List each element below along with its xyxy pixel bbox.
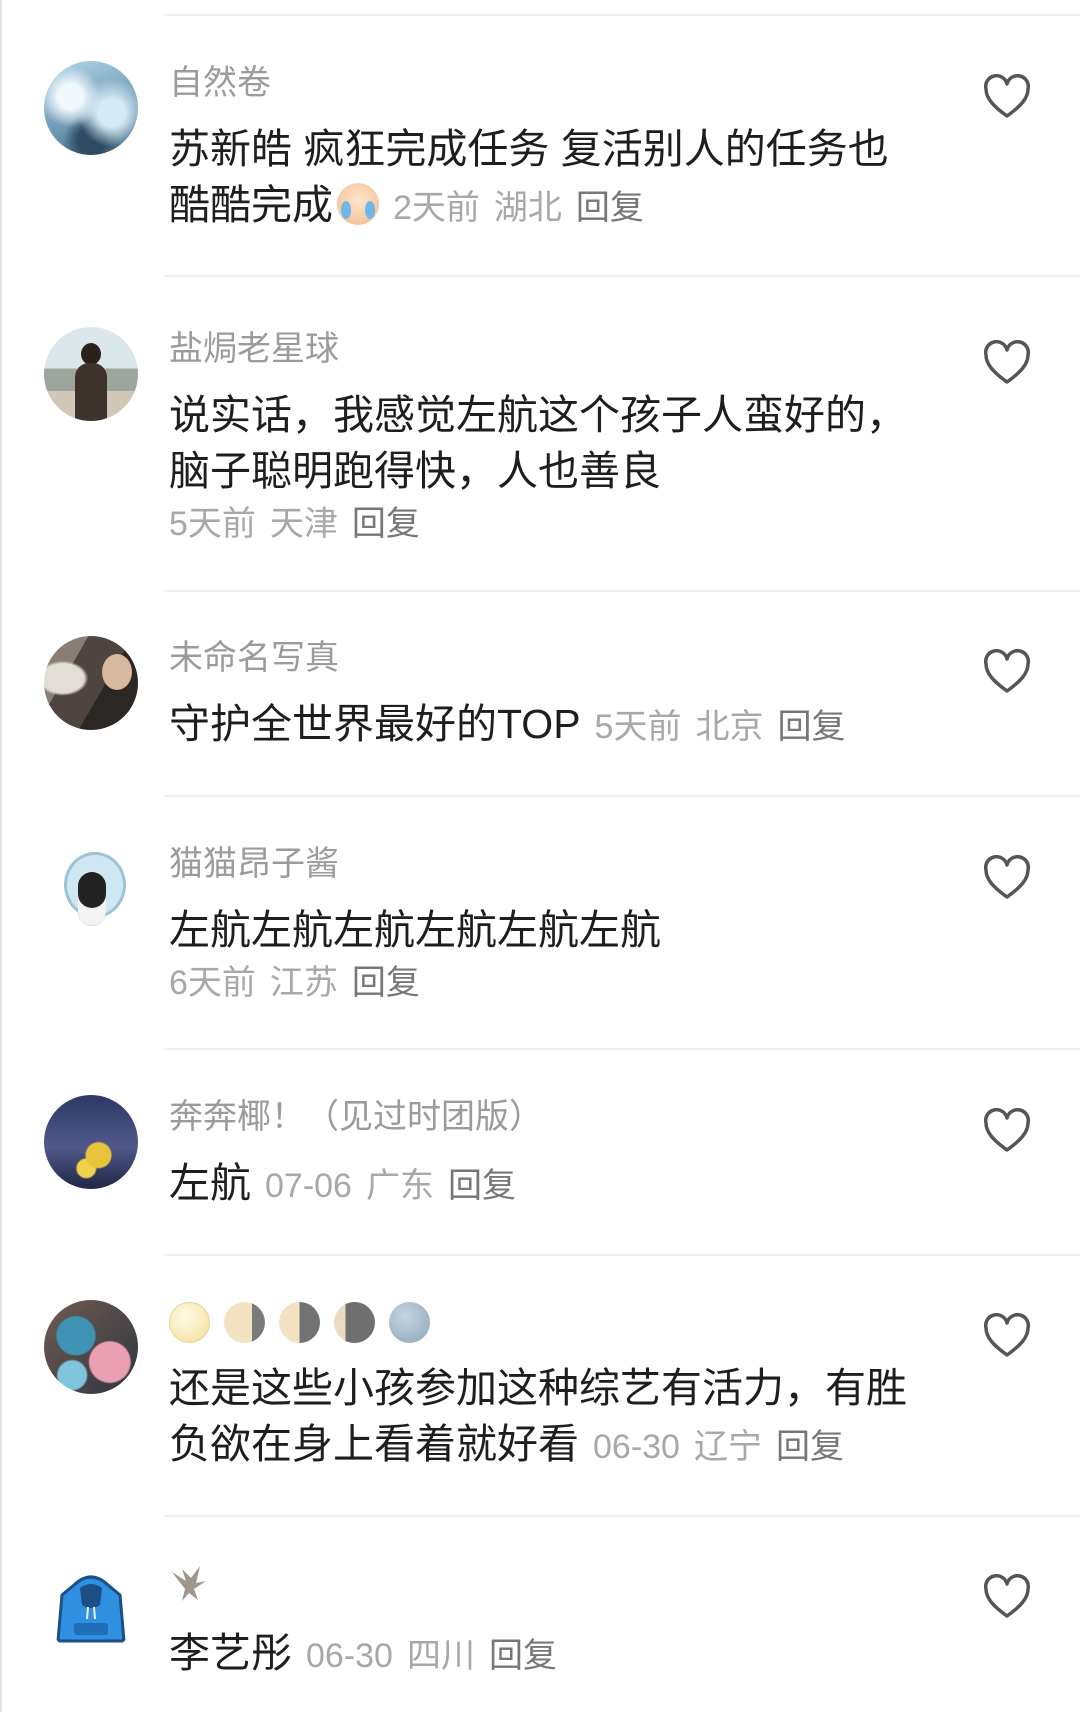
comment-location: 辽宁: [693, 1428, 762, 1466]
avatar[interactable]: [44, 61, 138, 155]
comment-time: 5天前: [169, 505, 256, 543]
comment-text: 脑子聪明跑得快，人也善良: [169, 448, 661, 494]
reply-button[interactable]: 回复: [576, 189, 644, 227]
username[interactable]: 盐焗老星球: [169, 325, 959, 373]
comment-text: 左航: [169, 1160, 251, 1206]
like-heart-icon[interactable]: [982, 1313, 1032, 1359]
comment-body: 未命名写真 守护全世界最好的TOP 5天前 北京 回复: [169, 634, 959, 752]
avatar[interactable]: [44, 636, 138, 730]
full-moon-face-icon: [169, 1301, 210, 1343]
comment-text: 左航左航左航左航左航左航: [169, 907, 661, 953]
comment-body: 自然卷 苏新皓 疯狂完成任务 复活别人的任务也 酷酷完成 2天前 湖北 回复: [169, 59, 959, 233]
comment-meta: 06-30 四川 回复: [306, 1637, 557, 1675]
comment-location: 广东: [365, 1167, 434, 1205]
comment-meta: 6天前 江苏 回复: [169, 958, 959, 1008]
comment-text: 负欲在身上看着就好看: [169, 1421, 579, 1467]
comment-location: 江苏: [269, 964, 338, 1002]
comment-text-line: 守护全世界最好的TOP 5天前 北京 回复: [169, 696, 959, 752]
like-heart-icon[interactable]: [982, 855, 1032, 901]
comment-location: 天津: [269, 505, 338, 543]
avatar[interactable]: [44, 1095, 138, 1189]
comment-text: 说实话，我感觉左航这个孩子人蛮好的，: [169, 392, 907, 438]
like-heart-icon[interactable]: [982, 74, 1032, 120]
divider: [164, 275, 1080, 277]
username[interactable]: [169, 1298, 959, 1346]
avatar[interactable]: [44, 327, 138, 421]
reply-button[interactable]: 回复: [448, 1167, 516, 1205]
comment-text: 李艺彤: [169, 1630, 292, 1676]
divider: [164, 1254, 1080, 1256]
comment-meta: 5天前 北京 回复: [595, 708, 846, 746]
reply-button[interactable]: 回复: [352, 505, 420, 543]
comment-text-line: 还是这些小孩参加这种综艺有活力，有胜: [169, 1360, 959, 1416]
eagle-icon: [172, 1566, 206, 1601]
comment-text: 还是这些小孩参加这种综艺有活力，有胜: [169, 1365, 907, 1411]
comment-body: 还是这些小孩参加这种综艺有活力，有胜 负欲在身上看着就好看 06-30 辽宁 回复: [169, 1298, 959, 1472]
like-heart-icon[interactable]: [982, 340, 1032, 386]
last-quarter-moon-icon: [279, 1301, 320, 1343]
comment-text-line: 说实话，我感觉左航这个孩子人蛮好的，: [169, 387, 959, 443]
comment-item: 李艺彤 06-30 四川 回复: [0, 1559, 1080, 1676]
comment-text-line: 苏新皓 疯狂完成任务 复活别人的任务也: [169, 121, 959, 177]
comment-time: 6天前: [169, 964, 256, 1002]
username[interactable]: 奔奔椰！（见过时团版）: [169, 1093, 959, 1141]
comment-text-line: 负欲在身上看着就好看 06-30 辽宁 回复: [169, 1416, 959, 1472]
reply-button[interactable]: 回复: [489, 1637, 557, 1675]
avatar[interactable]: [44, 1561, 138, 1655]
comment-item: 奔奔椰！（见过时团版） 左航 07-06 广东 回复: [0, 1093, 1080, 1206]
waning-crescent-moon-icon: [334, 1301, 375, 1343]
comment-meta: 5天前 天津 回复: [169, 499, 959, 549]
reply-button[interactable]: 回复: [777, 708, 845, 746]
comment-location: 北京: [695, 708, 764, 746]
comment-text: 苏新皓 疯狂完成任务 复活别人的任务也: [169, 126, 889, 172]
like-heart-icon[interactable]: [982, 1574, 1032, 1620]
waning-gibbous-moon-icon: [224, 1301, 265, 1343]
reply-button[interactable]: 回复: [776, 1428, 844, 1466]
comment-body: 奔奔椰！（见过时团版） 左航 07-06 广东 回复: [169, 1093, 959, 1211]
comment-text-line: 左航 07-06 广东 回复: [169, 1155, 959, 1211]
like-heart-icon[interactable]: [982, 649, 1032, 695]
comment-item: 自然卷 苏新皓 疯狂完成任务 复活别人的任务也 酷酷完成 2天前 湖北 回复: [0, 59, 1080, 228]
comment-location: 湖北: [493, 189, 562, 227]
crying-face-emoji-icon: [337, 183, 379, 225]
like-heart-icon[interactable]: [982, 1108, 1032, 1154]
comment-meta: 2天前 湖北 回复: [393, 189, 644, 227]
divider: [164, 590, 1080, 592]
username[interactable]: [169, 1563, 959, 1611]
comment-time: 2天前: [393, 189, 480, 227]
divider: [164, 1515, 1080, 1517]
comment-item: 猫猫昂子酱 左航左航左航左航左航左航 6天前 江苏 回复: [0, 840, 1080, 1002]
comment-body: 李艺彤 06-30 四川 回复: [169, 1559, 959, 1681]
comment-item: 未命名写真 守护全世界最好的TOP 5天前 北京 回复: [0, 634, 1080, 747]
username[interactable]: 自然卷: [169, 59, 959, 107]
new-moon-face-icon: [389, 1301, 430, 1343]
comment-text-line: 李艺彤 06-30 四川 回复: [169, 1625, 959, 1681]
comment-text-line: 酷酷完成 2天前 湖北 回复: [169, 177, 959, 233]
avatar[interactable]: [44, 842, 138, 936]
comment-time: 5天前: [594, 708, 682, 746]
comment-text-line: 左航左航左航左航左航左航: [169, 902, 959, 958]
comment-text-line: 脑子聪明跑得快，人也善良: [169, 443, 959, 499]
comment-time: 06-30: [306, 1637, 393, 1675]
comment-body: 猫猫昂子酱 左航左航左航左航左航左航 6天前 江苏 回复: [169, 840, 959, 1008]
blue-hoodie-icon: [56, 1575, 126, 1643]
comment-time: 07-06: [265, 1167, 352, 1205]
page-frame-edge: [0, 0, 2, 1712]
comment-time: 06-30: [593, 1428, 680, 1466]
divider: [164, 795, 1080, 797]
comment-body: 盐焗老星球 说实话，我感觉左航这个孩子人蛮好的， 脑子聪明跑得快，人也善良 5天…: [169, 325, 959, 549]
divider: [164, 14, 1080, 16]
comment-location: 四川: [406, 1637, 475, 1675]
username[interactable]: 猫猫昂子酱: [169, 840, 959, 888]
comment-item: 盐焗老星球 说实话，我感觉左航这个孩子人蛮好的， 脑子聪明跑得快，人也善良 5天…: [0, 325, 1080, 543]
comment-meta: 06-30 辽宁 回复: [593, 1428, 844, 1466]
reply-button[interactable]: 回复: [352, 964, 420, 1002]
divider: [164, 1048, 1080, 1050]
username[interactable]: 未命名写真: [169, 634, 959, 682]
comment-text: 酷酷完成: [169, 182, 333, 228]
comment-meta: 07-06 广东 回复: [265, 1167, 516, 1205]
comment-item: 还是这些小孩参加这种综艺有活力，有胜 负欲在身上看着就好看 06-30 辽宁 回复: [0, 1298, 1080, 1467]
avatar[interactable]: [44, 1300, 138, 1394]
comment-text: 守护全世界最好的TOP: [169, 701, 581, 747]
